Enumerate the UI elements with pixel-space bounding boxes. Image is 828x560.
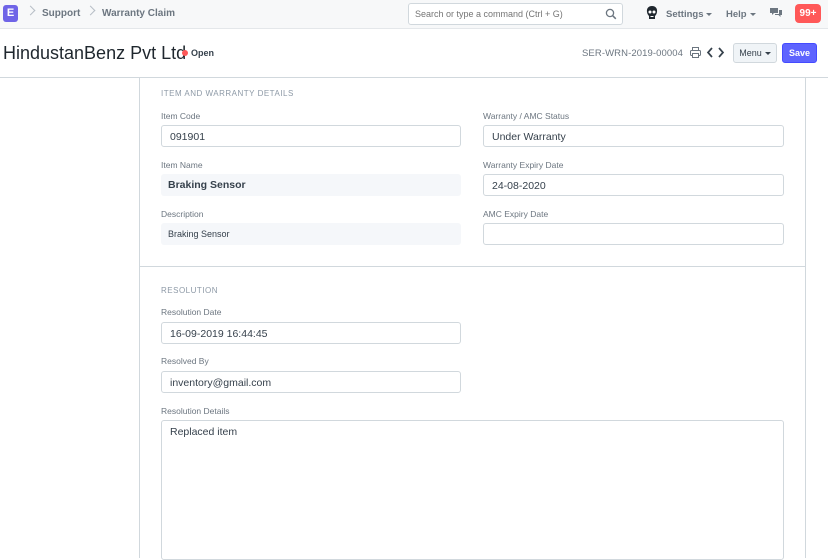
resolution-details-label: Resolution Details — [161, 406, 230, 416]
amc-expiry-date-field[interactable] — [483, 223, 784, 245]
help-menu[interactable]: Help — [726, 9, 756, 20]
section-divider — [140, 266, 805, 267]
warranty-status-label: Warranty / AMC Status — [483, 111, 570, 121]
resolution-date-label: Resolution Date — [161, 307, 222, 317]
caret-down-icon — [764, 52, 771, 56]
status-label: Open — [191, 48, 215, 58]
search-box[interactable] — [408, 3, 623, 25]
chevron-right-icon — [25, 5, 36, 16]
resolved-by-label: Resolved By — [161, 356, 209, 366]
previous-doc-icon[interactable] — [706, 47, 714, 58]
chevron-right-icon — [85, 5, 96, 16]
caret-down-icon — [706, 12, 713, 16]
resolution-details-editor[interactable]: Replaced item — [161, 420, 784, 560]
caret-down-icon — [749, 12, 756, 16]
settings-label: Settings — [666, 9, 704, 20]
resolved-by-field[interactable]: inventory@gmail.com — [161, 371, 461, 393]
item-code-field[interactable]: 091901 — [161, 125, 461, 147]
menu-label: Menu — [739, 48, 762, 58]
user-avatar-icon[interactable] — [645, 5, 659, 21]
page-scrollbar[interactable] — [812, 78, 828, 547]
section-heading-item-warranty: ITEM AND WARRANTY DETAILS — [161, 89, 294, 98]
help-label: Help — [726, 9, 747, 20]
next-doc-icon[interactable] — [717, 47, 725, 58]
search-icon[interactable] — [605, 8, 617, 20]
status-dot-icon — [182, 50, 188, 56]
page-title: HindustanBenz Pvt Ltd — [3, 43, 187, 63]
section-heading-resolution: RESOLUTION — [161, 286, 219, 295]
settings-menu[interactable]: Settings — [666, 9, 713, 20]
print-icon[interactable] — [690, 47, 701, 58]
menu-button[interactable]: Menu — [733, 43, 777, 63]
app-logo[interactable]: E — [3, 5, 18, 22]
item-name-label: Item Name — [161, 160, 203, 170]
notifications-badge[interactable]: 99+ — [795, 4, 821, 23]
breadcrumb-warranty-claim[interactable]: Warranty Claim — [102, 8, 175, 19]
warranty-expiry-date-field[interactable]: 24-08-2020 — [483, 174, 784, 196]
navbar: E Support Warranty Claim Settings Help 9… — [0, 0, 828, 29]
amc-expiry-label: AMC Expiry Date — [483, 209, 549, 219]
breadcrumb-support[interactable]: Support — [42, 8, 80, 19]
resolution-date-field[interactable]: 16-09-2019 16:44:45 — [161, 322, 461, 344]
save-button[interactable]: Save — [782, 43, 817, 63]
document-name: SER-WRN-2019-00004 — [582, 48, 684, 59]
status-indicator: Open — [182, 48, 214, 58]
search-input[interactable] — [415, 9, 600, 19]
chat-icon[interactable] — [770, 8, 782, 19]
warranty-expiry-label: Warranty Expiry Date — [483, 160, 564, 170]
item-name-value: Braking Sensor — [161, 174, 461, 196]
warranty-status-select[interactable]: Under Warranty — [483, 125, 784, 147]
description-label: Description — [161, 209, 204, 219]
item-code-label: Item Code — [161, 111, 201, 121]
description-value: Braking Sensor — [161, 223, 461, 245]
